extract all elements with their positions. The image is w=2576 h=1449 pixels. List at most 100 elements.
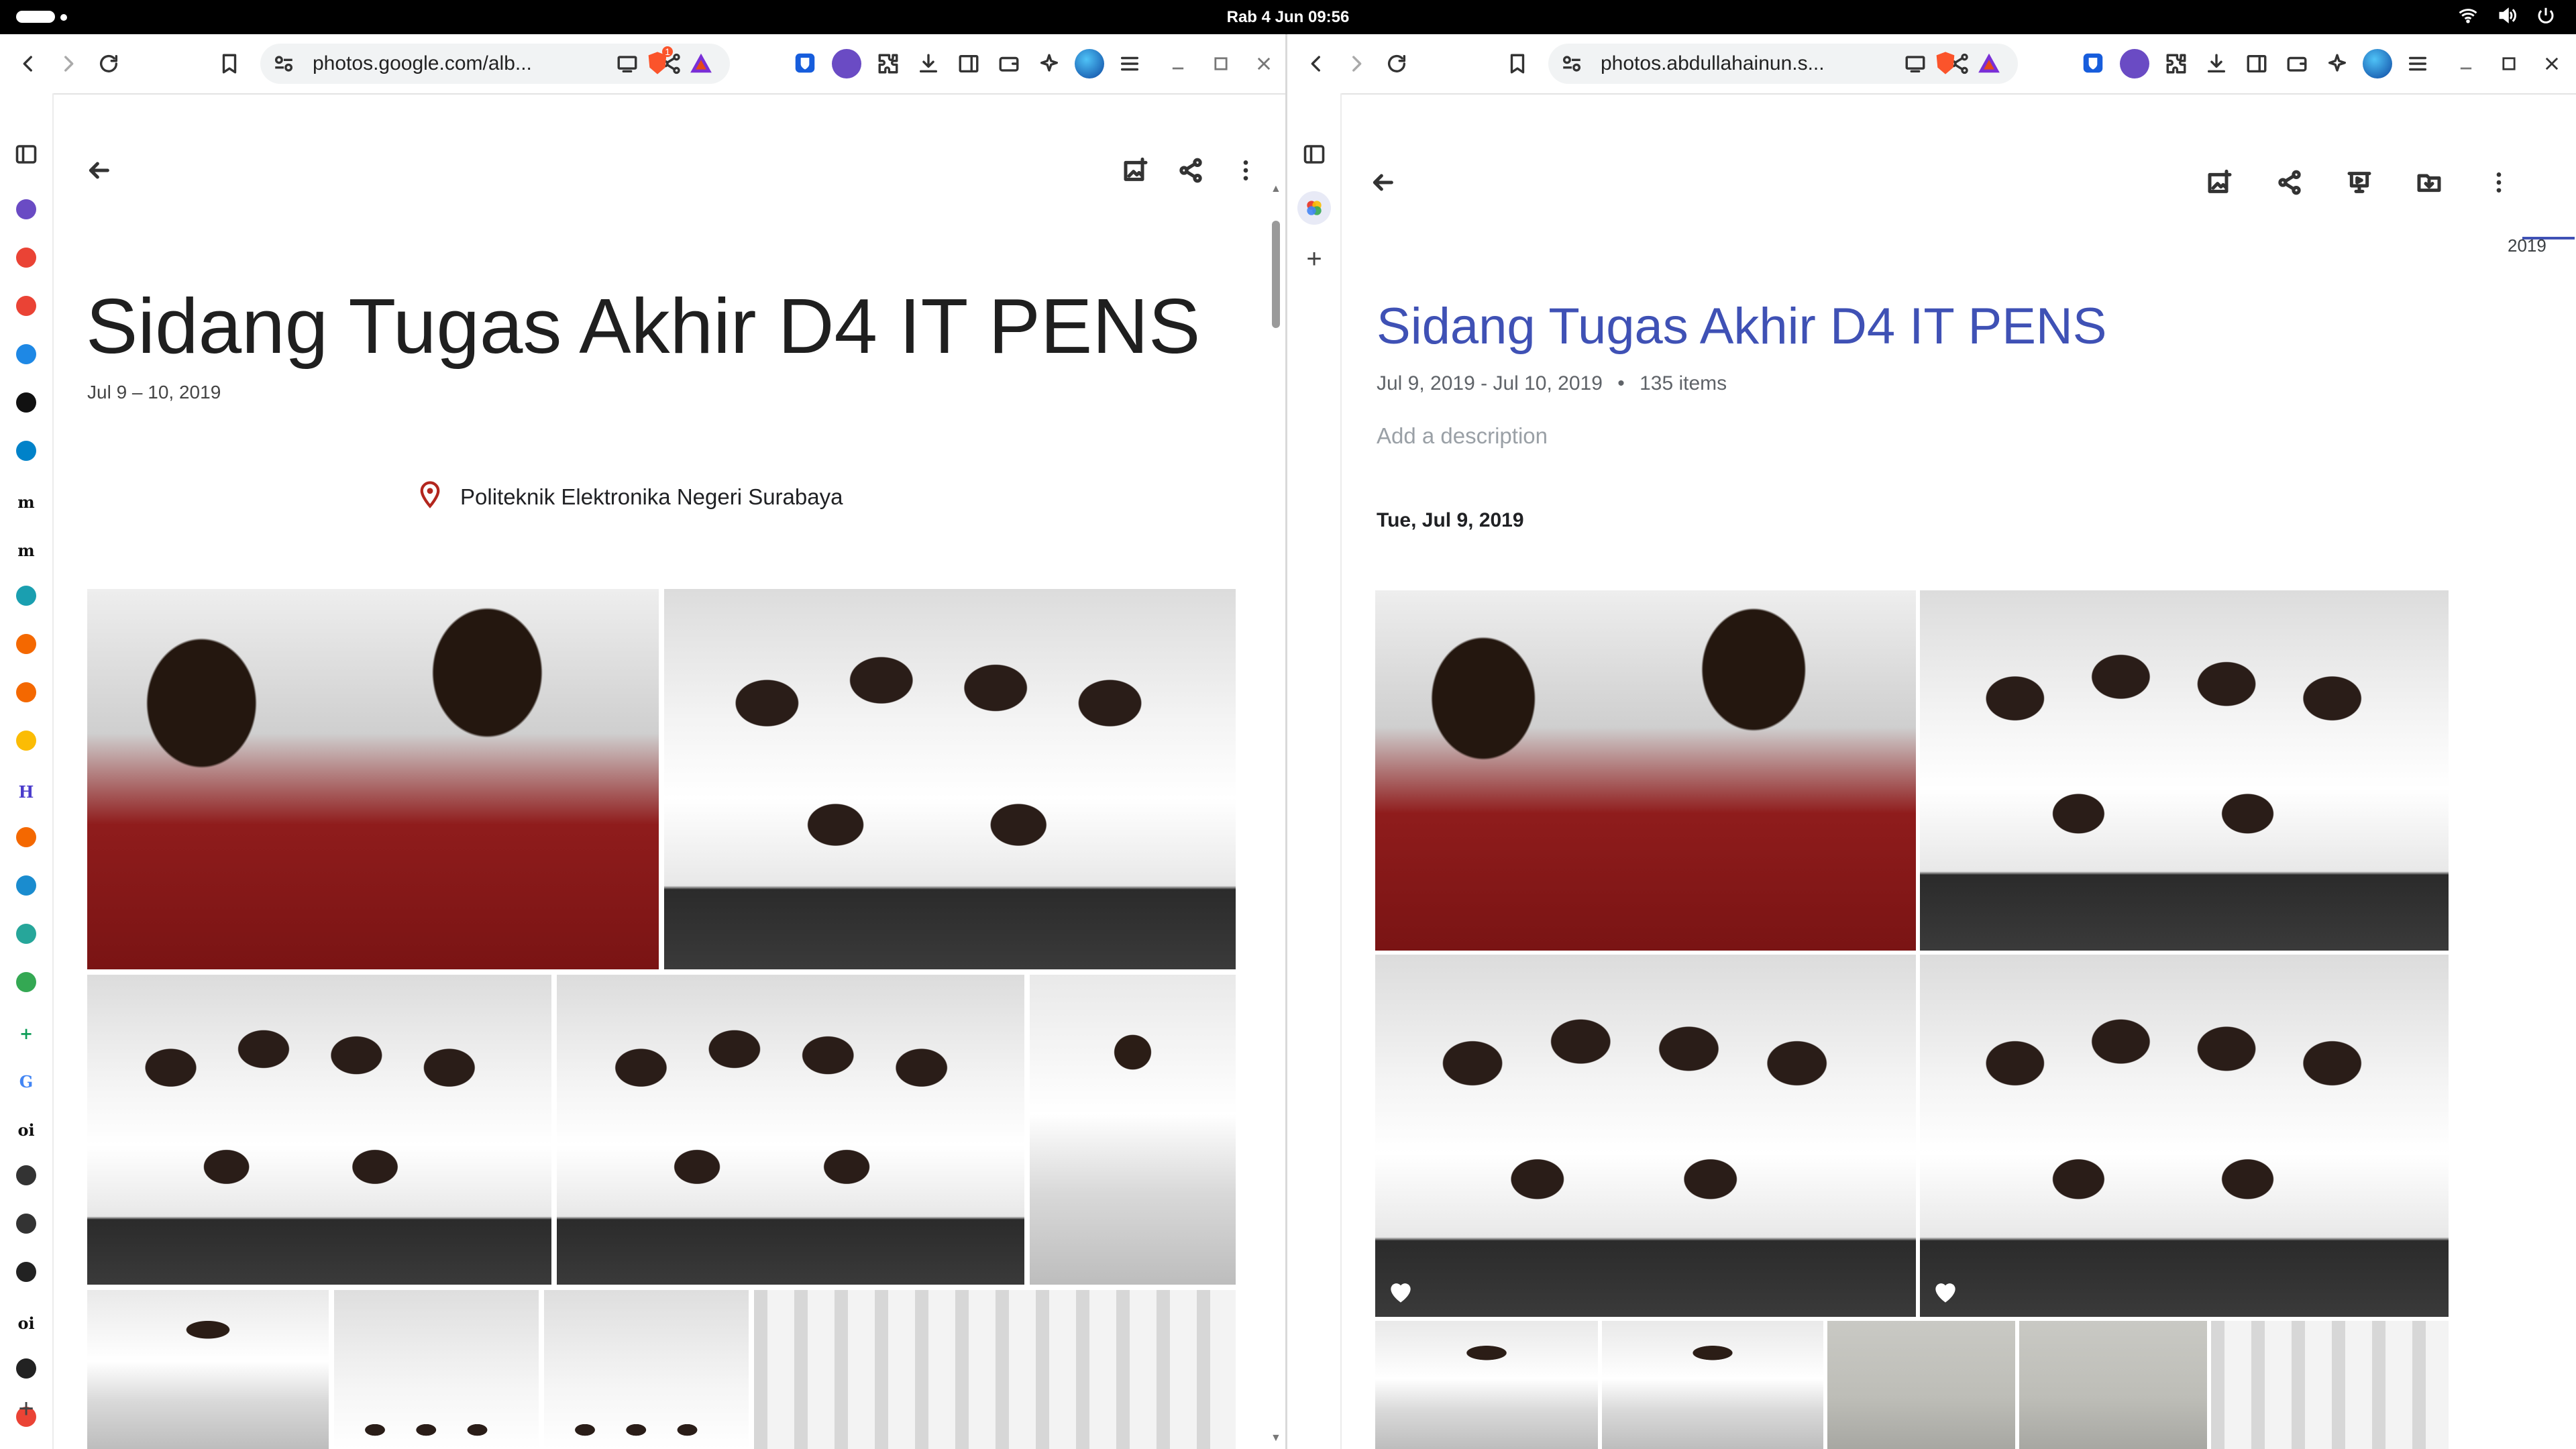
photo-thumbnail[interactable]: [87, 589, 659, 969]
photo-thumbnail[interactable]: [1827, 1321, 2015, 1449]
photo-thumbnail[interactable]: [1375, 955, 1916, 1317]
system-tray[interactable]: [2458, 0, 2556, 34]
power-icon[interactable]: [2536, 5, 2556, 29]
sidebar-panel-icon[interactable]: [1301, 142, 1327, 167]
sidebar-item-grafana-icon[interactable]: [16, 827, 36, 847]
favorite-heart-icon[interactable]: [1931, 1277, 1960, 1306]
sidebar-item-photos-icon[interactable]: [16, 248, 36, 268]
photo-thumbnail[interactable]: [1602, 1321, 1823, 1449]
wifi-icon[interactable]: [2458, 5, 2478, 29]
sidebar-item-app-icon[interactable]: H: [13, 779, 39, 804]
download-icon[interactable]: [2202, 49, 2231, 78]
add-photos-icon[interactable]: [2200, 163, 2239, 202]
add-sidebar-item-icon[interactable]: +: [13, 1394, 39, 1424]
sidebar-toggle-icon[interactable]: [2242, 49, 2271, 78]
favorite-heart-icon[interactable]: [1386, 1277, 1415, 1306]
photo-thumbnail[interactable]: [1030, 975, 1236, 1285]
photo-thumbnail[interactable]: [334, 1290, 539, 1449]
share-album-icon[interactable]: [1171, 151, 1210, 190]
add-sidebar-item-icon[interactable]: +: [1301, 244, 1327, 274]
extensions-icon[interactable]: [2161, 49, 2191, 78]
cast-icon[interactable]: [612, 49, 642, 78]
profile-icon[interactable]: [2363, 49, 2392, 78]
timeline-year[interactable]: 2019: [2508, 235, 2546, 256]
photo-thumbnail[interactable]: [557, 975, 1024, 1285]
tor-extension-icon[interactable]: [2120, 49, 2149, 78]
brave-rewards-icon[interactable]: [684, 46, 718, 80]
sidebar-item-safari-icon[interactable]: [16, 344, 36, 364]
sidebar-item-tor-icon[interactable]: [16, 199, 36, 219]
system-clock[interactable]: Rab 4 Jun 09:56: [0, 0, 2576, 34]
sidebar-item-photos-icon[interactable]: [16, 296, 36, 316]
close-icon[interactable]: [1250, 49, 1277, 78]
album-title[interactable]: Sidang Tugas Akhir D4 IT PENS: [1377, 297, 2107, 356]
volume-icon[interactable]: [2497, 5, 2517, 29]
sidebar-item-app-icon[interactable]: [16, 1358, 36, 1379]
photo-thumbnail[interactable]: [2019, 1321, 2207, 1449]
sidebar-item-app-icon[interactable]: oi: [13, 1117, 39, 1142]
sidebar-item-photos-icon[interactable]: [16, 731, 36, 751]
sidebar-item-app-icon[interactable]: [16, 924, 36, 944]
menu-icon[interactable]: [2403, 49, 2432, 78]
sidebar-item-sheets-icon[interactable]: +: [13, 1020, 39, 1046]
sidebar-item-app-icon[interactable]: oi: [13, 1310, 39, 1336]
photo-thumbnail[interactable]: [1375, 590, 1916, 951]
forward-icon[interactable]: [1342, 49, 1371, 78]
scroll-down-arrow[interactable]: ▼: [1271, 1432, 1281, 1444]
bookmark-icon[interactable]: [215, 49, 244, 78]
share-album-icon[interactable]: [2270, 163, 2309, 202]
download-album-icon[interactable]: [2410, 163, 2449, 202]
brave-shields-icon[interactable]: 1: [641, 46, 674, 80]
brave-rewards-icon[interactable]: [1972, 46, 2006, 80]
sidebar-item-globe-icon[interactable]: [16, 1165, 36, 1185]
sidebar-item-app-icon[interactable]: [16, 1262, 36, 1282]
close-icon[interactable]: [2538, 49, 2565, 78]
bookmark-icon[interactable]: [1503, 49, 1532, 78]
photo-thumbnail[interactable]: [87, 1290, 329, 1449]
sidebar-item-grafana-icon[interactable]: [16, 634, 36, 654]
back-icon[interactable]: [1301, 49, 1331, 78]
album-back-icon[interactable]: [79, 151, 118, 190]
photo-thumbnail[interactable]: [2211, 1321, 2449, 1449]
photo-thumbnail[interactable]: [544, 1290, 749, 1449]
photo-thumbnail[interactable]: [87, 975, 551, 1285]
scroll-up-arrow[interactable]: ▲: [1271, 183, 1281, 195]
album-back-icon[interactable]: [1363, 163, 1402, 202]
sidebar-item-grafana-icon[interactable]: [16, 682, 36, 702]
photo-thumbnail[interactable]: [1920, 955, 2449, 1317]
sidebar-toggle-icon[interactable]: [954, 49, 983, 78]
scrollbar-thumb[interactable]: [1272, 221, 1280, 328]
bitwarden-icon[interactable]: [2076, 46, 2110, 80]
site-settings-icon[interactable]: [272, 52, 295, 75]
wallet-icon[interactable]: [2282, 49, 2312, 78]
sidebar-item-globe-icon[interactable]: [16, 1214, 36, 1234]
more-options-icon[interactable]: [1226, 151, 1265, 190]
sidebar-item-github-icon[interactable]: [16, 392, 36, 413]
sidebar-item-google-icon[interactable]: G: [13, 1069, 39, 1094]
minimize-icon[interactable]: [1165, 49, 1191, 78]
sidebar-item-medium-icon[interactable]: m: [13, 489, 39, 515]
sidebar-item-app-icon[interactable]: [16, 875, 36, 896]
forward-icon[interactable]: [54, 49, 83, 78]
photos-app-icon[interactable]: [1297, 191, 1331, 225]
photo-thumbnail[interactable]: [664, 589, 1236, 969]
reload-icon[interactable]: [94, 49, 123, 78]
maximize-icon[interactable]: [1208, 49, 1234, 78]
download-icon[interactable]: [914, 49, 943, 78]
album-description-input[interactable]: Add a description: [1377, 423, 1548, 449]
photo-thumbnail[interactable]: [754, 1290, 1236, 1449]
extensions-icon[interactable]: [873, 49, 903, 78]
photo-thumbnail[interactable]: [1375, 1321, 1598, 1449]
sidebar-item-app-icon[interactable]: [16, 586, 36, 606]
cast-icon[interactable]: [1900, 49, 1930, 78]
sidebar-item-medium-icon[interactable]: m: [13, 537, 39, 563]
leo-ai-icon[interactable]: [1034, 49, 1064, 78]
album-location[interactable]: Politeknik Elektronika Negeri Surabaya: [416, 480, 843, 514]
profile-icon[interactable]: [1075, 49, 1104, 78]
more-options-icon[interactable]: [2479, 163, 2518, 202]
photo-thumbnail[interactable]: [1920, 590, 2449, 951]
sidebar-panel-icon[interactable]: [13, 142, 39, 167]
back-icon[interactable]: [13, 49, 43, 78]
minimize-icon[interactable]: [2453, 49, 2479, 78]
leo-ai-icon[interactable]: [2322, 49, 2352, 78]
